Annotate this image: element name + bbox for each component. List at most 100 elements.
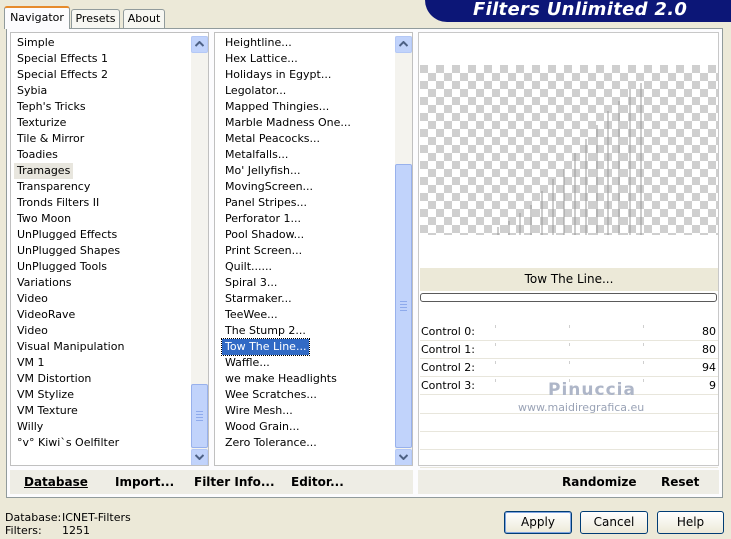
filters-item[interactable]: Wee Scratches...: [222, 387, 320, 403]
slider-tick: [495, 325, 496, 328]
slider-tick: [569, 325, 570, 328]
filters-item[interactable]: TeeWee...: [222, 307, 281, 323]
control-1-value: 80: [702, 343, 716, 356]
filters-item[interactable]: Hex Lattice...: [222, 51, 301, 67]
categories-item[interactable]: Special Effects 2: [14, 67, 111, 83]
filters-item[interactable]: Metalfalls...: [222, 147, 291, 163]
scroll-thumb[interactable]: [395, 164, 412, 448]
categories-item[interactable]: Toadies: [14, 147, 61, 163]
editor-button[interactable]: Editor...: [291, 475, 344, 489]
categories-item[interactable]: Two Moon: [14, 211, 74, 227]
filters-item[interactable]: Panel Stripes...: [222, 195, 310, 211]
categories-item[interactable]: °v° Kiwi`s Oelfilter: [14, 435, 122, 451]
reset-button[interactable]: Reset: [661, 475, 699, 489]
watermark-name: Pinuccia: [548, 380, 636, 400]
list-button-bar: Database Import... Filter Info... Editor…: [10, 470, 413, 494]
filters-item[interactable]: we make Headlights: [222, 371, 340, 387]
categories-item[interactable]: Willy: [14, 419, 46, 435]
categories-item[interactable]: VideoRave: [14, 307, 78, 323]
categories-item[interactable]: UnPlugged Shapes: [14, 243, 123, 259]
control-2-label: Control 2:: [421, 361, 475, 374]
categories-item[interactable]: Variations: [14, 275, 75, 291]
filters-item[interactable]: The Stump 2...: [222, 323, 309, 339]
scroll-up-button[interactable]: [191, 36, 208, 53]
categories-item[interactable]: Sybia: [14, 83, 50, 99]
categories-item[interactable]: Tramages: [14, 163, 74, 179]
categories-item[interactable]: Teph's Tricks: [14, 99, 89, 115]
cancel-button[interactable]: Cancel: [580, 511, 648, 534]
categories-item[interactable]: UnPlugged Tools: [14, 259, 110, 275]
scroll-up-button[interactable]: [395, 36, 412, 53]
categories-item[interactable]: VM 1: [14, 355, 48, 371]
filters-item[interactable]: Holidays in Egypt...: [222, 67, 334, 83]
filters-item[interactable]: Tow The Line...: [220, 338, 311, 356]
filters-item[interactable]: Pool Shadow...: [222, 227, 307, 243]
tab-navigator[interactable]: Navigator: [4, 6, 70, 29]
filters-item[interactable]: Perforator 1...: [222, 211, 304, 227]
filters-item[interactable]: Marble Madness One...: [222, 115, 354, 131]
scroll-down-button[interactable]: [191, 449, 208, 465]
filters-item[interactable]: Wire Mesh...: [222, 403, 296, 419]
filters-item[interactable]: Zero Tolerance...: [222, 435, 320, 451]
preview-button-bar: Randomize Reset: [418, 470, 719, 494]
filters-item[interactable]: Spiral 3...: [222, 275, 280, 291]
filters-item[interactable]: Quilt......: [222, 259, 275, 275]
categories-item[interactable]: UnPlugged Effects: [14, 227, 120, 243]
randomize-button[interactable]: Randomize: [562, 475, 636, 489]
categories-item[interactable]: Transparency: [14, 179, 93, 195]
slider-tick: [643, 361, 644, 364]
categories-item[interactable]: Texturize: [14, 115, 69, 131]
filters-item[interactable]: Legolator...: [222, 83, 289, 99]
control-1-row[interactable]: Control 1: 80: [420, 341, 718, 359]
filters-item[interactable]: Heightline...: [222, 35, 295, 51]
chevron-down-icon: [399, 454, 408, 460]
control-0-row[interactable]: Control 0: 80: [420, 323, 718, 341]
filter-list[interactable]: Heightline... Hex Lattice... Holidays in E…: [214, 32, 413, 466]
slider-tick: [643, 379, 644, 382]
filters-item[interactable]: Print Screen...: [222, 243, 305, 259]
scroll-thumb[interactable]: [191, 384, 208, 448]
slider-tick: [569, 361, 570, 364]
categories-item[interactable]: Simple: [14, 35, 58, 51]
title-banner: Filters Unlimited 2.0: [425, 0, 731, 22]
slider-tick: [643, 343, 644, 346]
filters-item[interactable]: Wood Grain...: [222, 419, 302, 435]
filters-item[interactable]: Waffle...: [222, 355, 273, 371]
categories-item[interactable]: Video: [14, 323, 51, 339]
categories-item[interactable]: VM Stylize: [14, 387, 77, 403]
categories-item[interactable]: Visual Manipulation: [14, 339, 127, 355]
categories-item[interactable]: Tile & Mirror: [14, 131, 87, 147]
categories-item[interactable]: VM Texture: [14, 403, 81, 419]
banner-title: Filters Unlimited 2.0: [473, 0, 688, 20]
filters-item[interactable]: Metal Peacocks...: [222, 131, 323, 147]
chevron-up-icon: [195, 41, 204, 47]
import-button[interactable]: Import...: [115, 475, 174, 489]
filters-item[interactable]: MovingScreen...: [222, 179, 316, 195]
categories-item[interactable]: Video: [14, 291, 51, 307]
control-0-value: 80: [702, 325, 716, 338]
category-list[interactable]: Simple Special Effects 1 Special Effects 2…: [10, 32, 209, 466]
slider-tick: [495, 361, 496, 364]
categories-item[interactable]: Tronds Filters II: [14, 195, 102, 211]
control-2-row[interactable]: Control 2: 94: [420, 359, 718, 377]
filters-item[interactable]: Mo' Jellyfish...: [222, 163, 304, 179]
slider-tick: [569, 343, 570, 346]
scroll-down-button[interactable]: [395, 449, 412, 465]
filters-item[interactable]: Mapped Thingies...: [222, 99, 332, 115]
filters-item[interactable]: Starmaker...: [222, 291, 295, 307]
control-3-value: 9: [709, 379, 716, 392]
chevron-down-icon: [195, 454, 204, 460]
categories-item[interactable]: Special Effects 1: [14, 51, 111, 67]
tab-about[interactable]: About: [123, 9, 165, 28]
database-button[interactable]: Database: [24, 475, 88, 489]
filter-scrollbar[interactable]: [395, 36, 412, 465]
filter-info-button[interactable]: Filter Info...: [194, 475, 275, 489]
categories-item[interactable]: VM Distortion: [14, 371, 94, 387]
category-scrollbar[interactable]: [191, 36, 208, 465]
apply-button[interactable]: Apply: [504, 511, 572, 534]
filters-count: 1251: [62, 524, 90, 537]
preview-filter-name: Tow The Line...: [420, 268, 718, 291]
help-button[interactable]: Help: [657, 511, 724, 534]
tab-presets[interactable]: Presets: [71, 9, 120, 28]
control-0-label: Control 0:: [421, 325, 475, 338]
